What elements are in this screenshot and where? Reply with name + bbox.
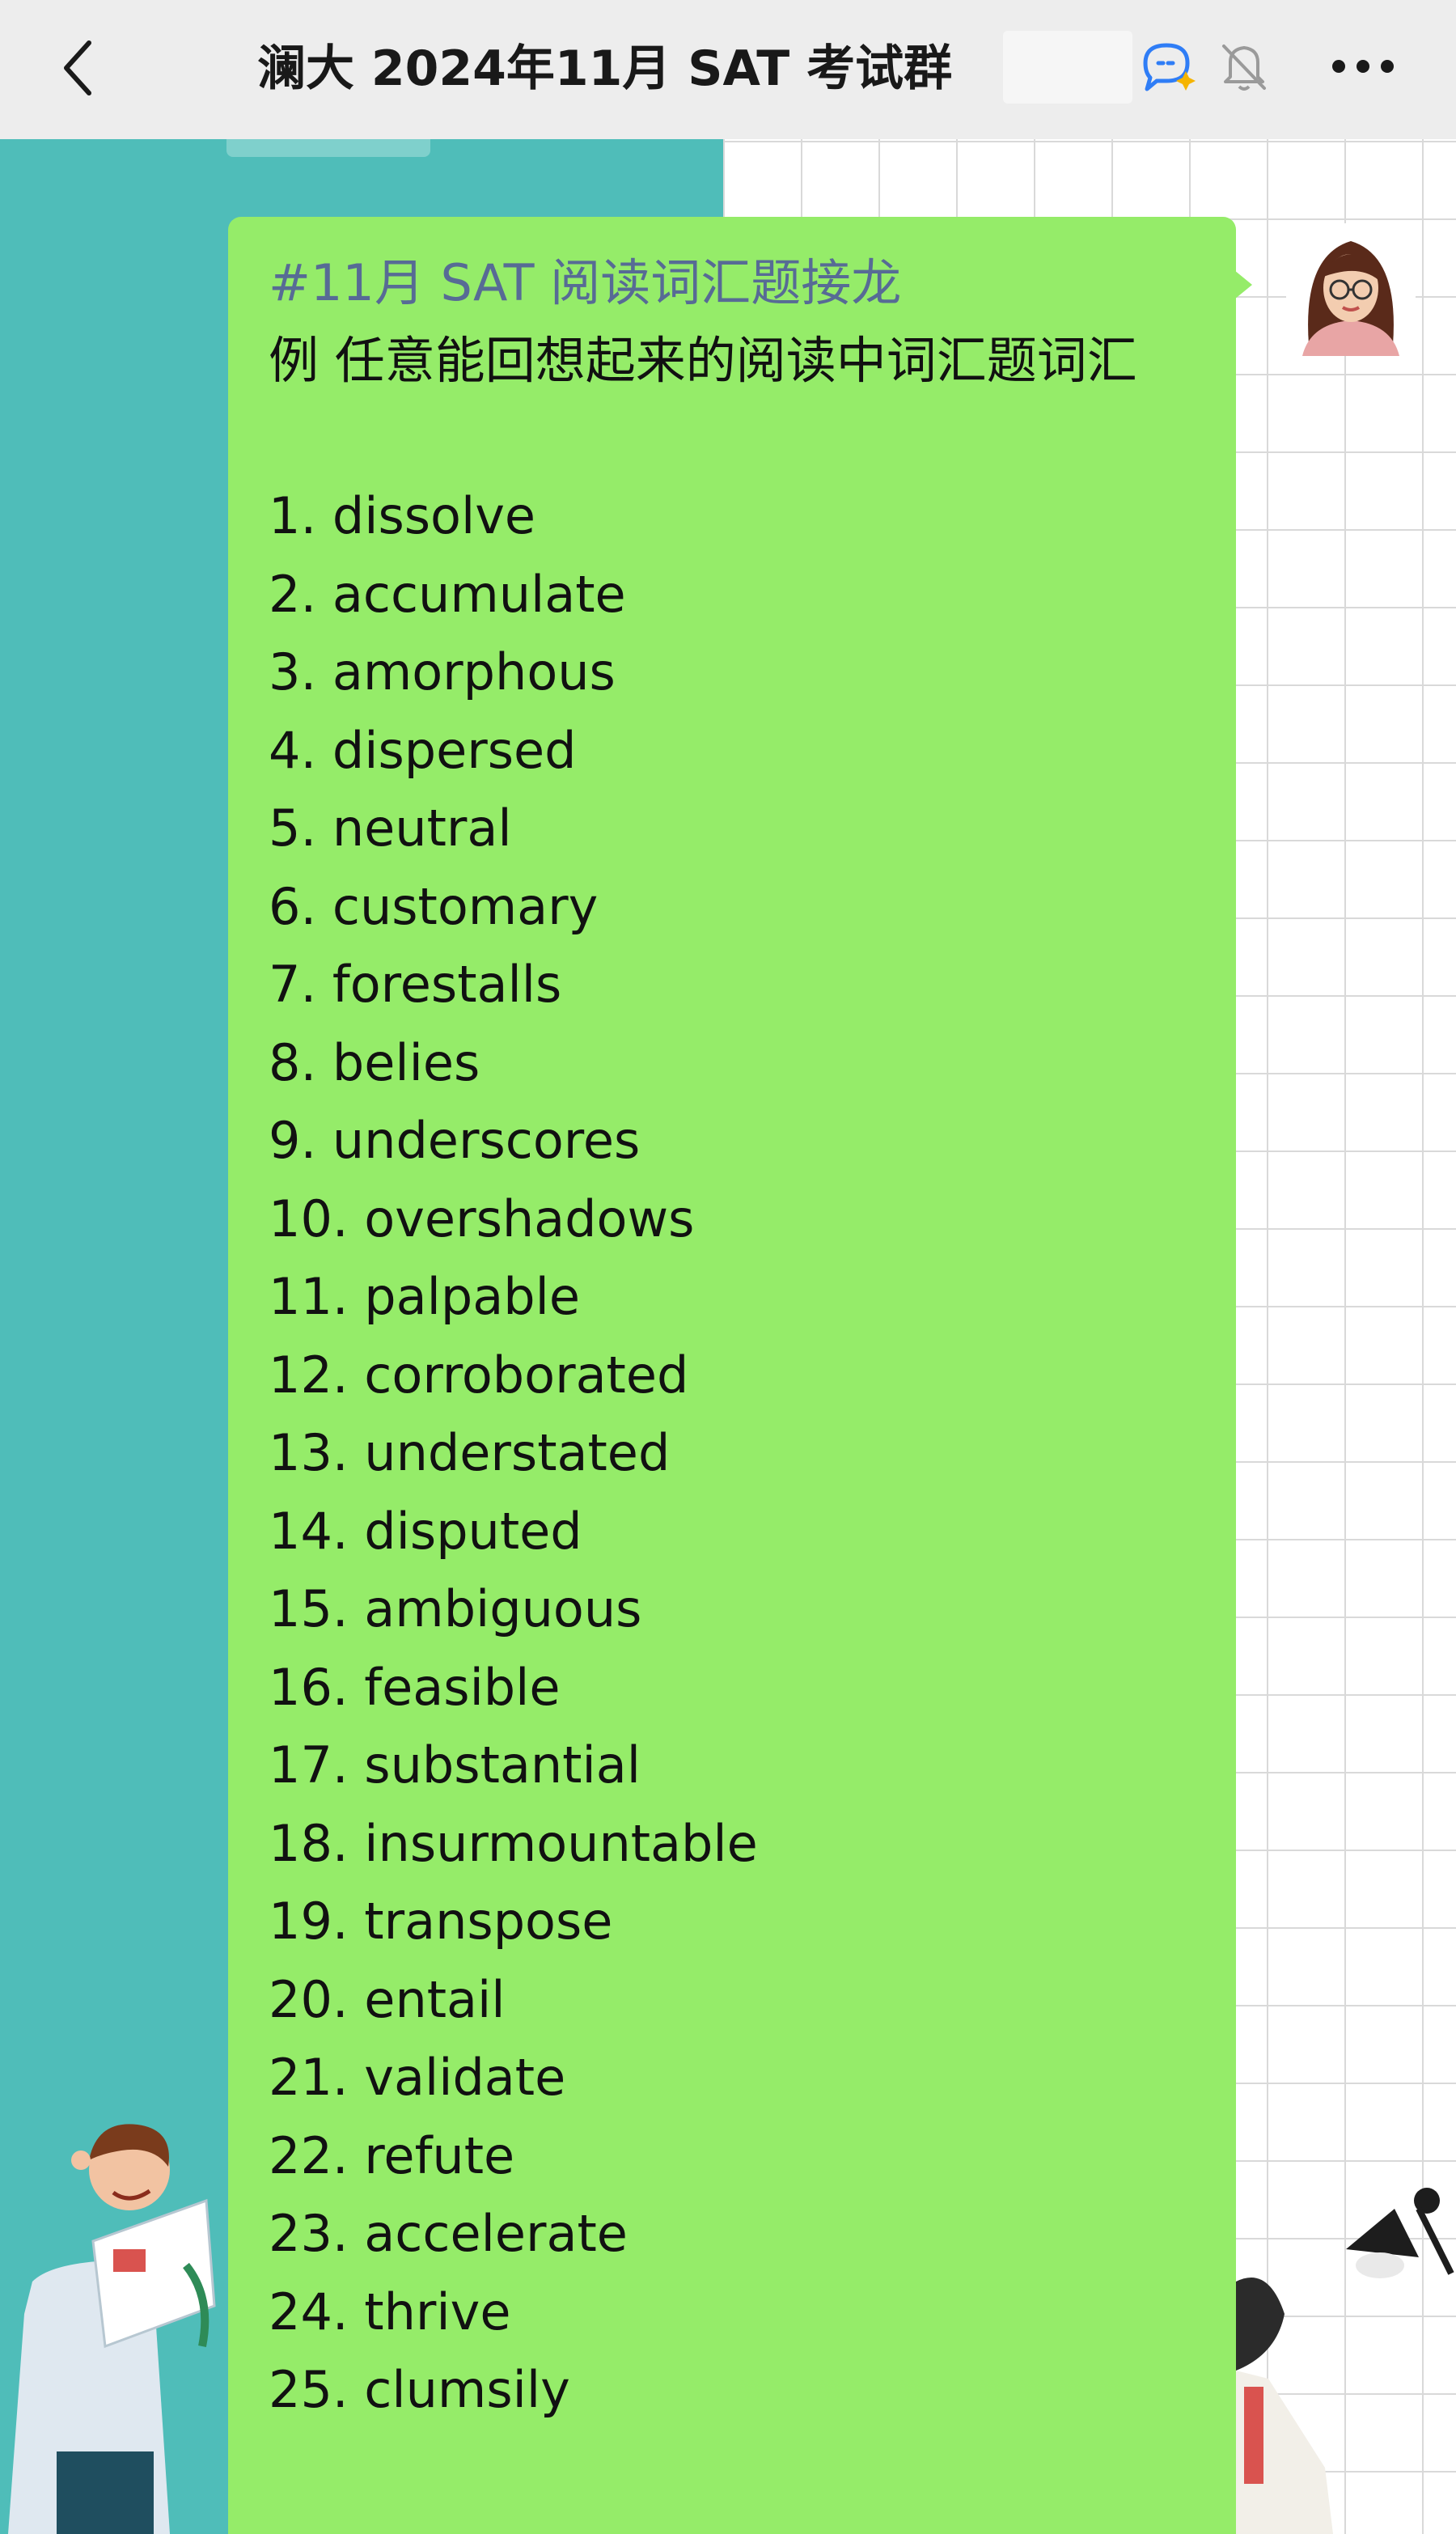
list-item: 8. belies xyxy=(269,1032,480,1092)
more-options-button[interactable] xyxy=(1318,32,1407,100)
list-item: 24. thrive xyxy=(269,2282,511,2341)
message-bubble-tail xyxy=(1234,270,1252,299)
chat-wallpaper-tab xyxy=(226,138,430,157)
redacted-member-count xyxy=(1003,31,1132,104)
list-item: 21. validate xyxy=(269,2048,566,2107)
list-item: 16. feasible xyxy=(269,1657,561,1717)
desk-lamp-illustration xyxy=(1346,2188,1454,2278)
list-item: 23. accelerate xyxy=(269,2204,628,2263)
list-item: 7. forestalls xyxy=(269,955,562,1014)
list-item: 25. clumsily xyxy=(269,2360,570,2419)
back-button[interactable] xyxy=(45,29,110,107)
list-item: 3. amorphous xyxy=(269,642,616,701)
list-item: 5. neutral xyxy=(269,799,512,858)
list-item: 10. overshadows xyxy=(269,1189,695,1248)
list-item: 18. insurmountable xyxy=(269,1813,758,1873)
list-item: 14. disputed xyxy=(269,1501,582,1561)
list-item: 17. substantial xyxy=(269,1735,641,1795)
chat-bubble-sparkle-icon xyxy=(1143,43,1196,91)
message-intro: 例 任意能回想起来的阅读中词汇题词汇 xyxy=(269,331,1137,390)
list-item: 6. customary xyxy=(269,876,599,936)
voice-chat-button[interactable] xyxy=(1136,32,1204,100)
list-item: 22. refute xyxy=(269,2125,515,2185)
message-bubble[interactable]: #11月 SAT 阅读词汇题接龙 例 任意能回想起来的阅读中词汇题词汇 1. d… xyxy=(228,217,1236,2534)
list-item: 4. dispersed xyxy=(269,720,577,780)
list-item: 12. corroborated xyxy=(269,1345,689,1405)
list-item: 19. transpose xyxy=(269,1892,613,1951)
list-item: 13. understated xyxy=(269,1423,671,1482)
mute-status xyxy=(1210,32,1278,100)
list-item: 2. accumulate xyxy=(269,564,626,624)
chat-screen: 澜大 2024年11月 SAT 考试群 #11月 SAT 阅读词汇题接龙 例 任… xyxy=(0,0,1456,2534)
more-horizontal-icon xyxy=(1332,60,1394,73)
avatar-portrait-icon xyxy=(1286,223,1416,356)
vocabulary-list: 1. dissolve 2. accumulate 3. amorphous 4. d… xyxy=(269,477,1196,2430)
list-item: 11. palpable xyxy=(269,1267,580,1326)
boy-reading-illustration xyxy=(8,2124,216,2534)
chevron-left-icon xyxy=(64,40,91,95)
list-item: 9. underscores xyxy=(269,1111,641,1170)
list-item: 20. entail xyxy=(269,1969,506,2029)
list-item: 1. dissolve xyxy=(269,486,536,545)
chat-header: 澜大 2024年11月 SAT 考试群 xyxy=(0,0,1456,139)
chat-title: 澜大 2024年11月 SAT 考试群 xyxy=(257,40,953,97)
list-item: 15. ambiguous xyxy=(269,1579,642,1638)
sender-avatar[interactable] xyxy=(1286,223,1416,356)
bell-muted-icon xyxy=(1222,44,1266,91)
hashtag-link[interactable]: #11月 SAT 阅读词汇题接龙 xyxy=(269,244,1196,322)
